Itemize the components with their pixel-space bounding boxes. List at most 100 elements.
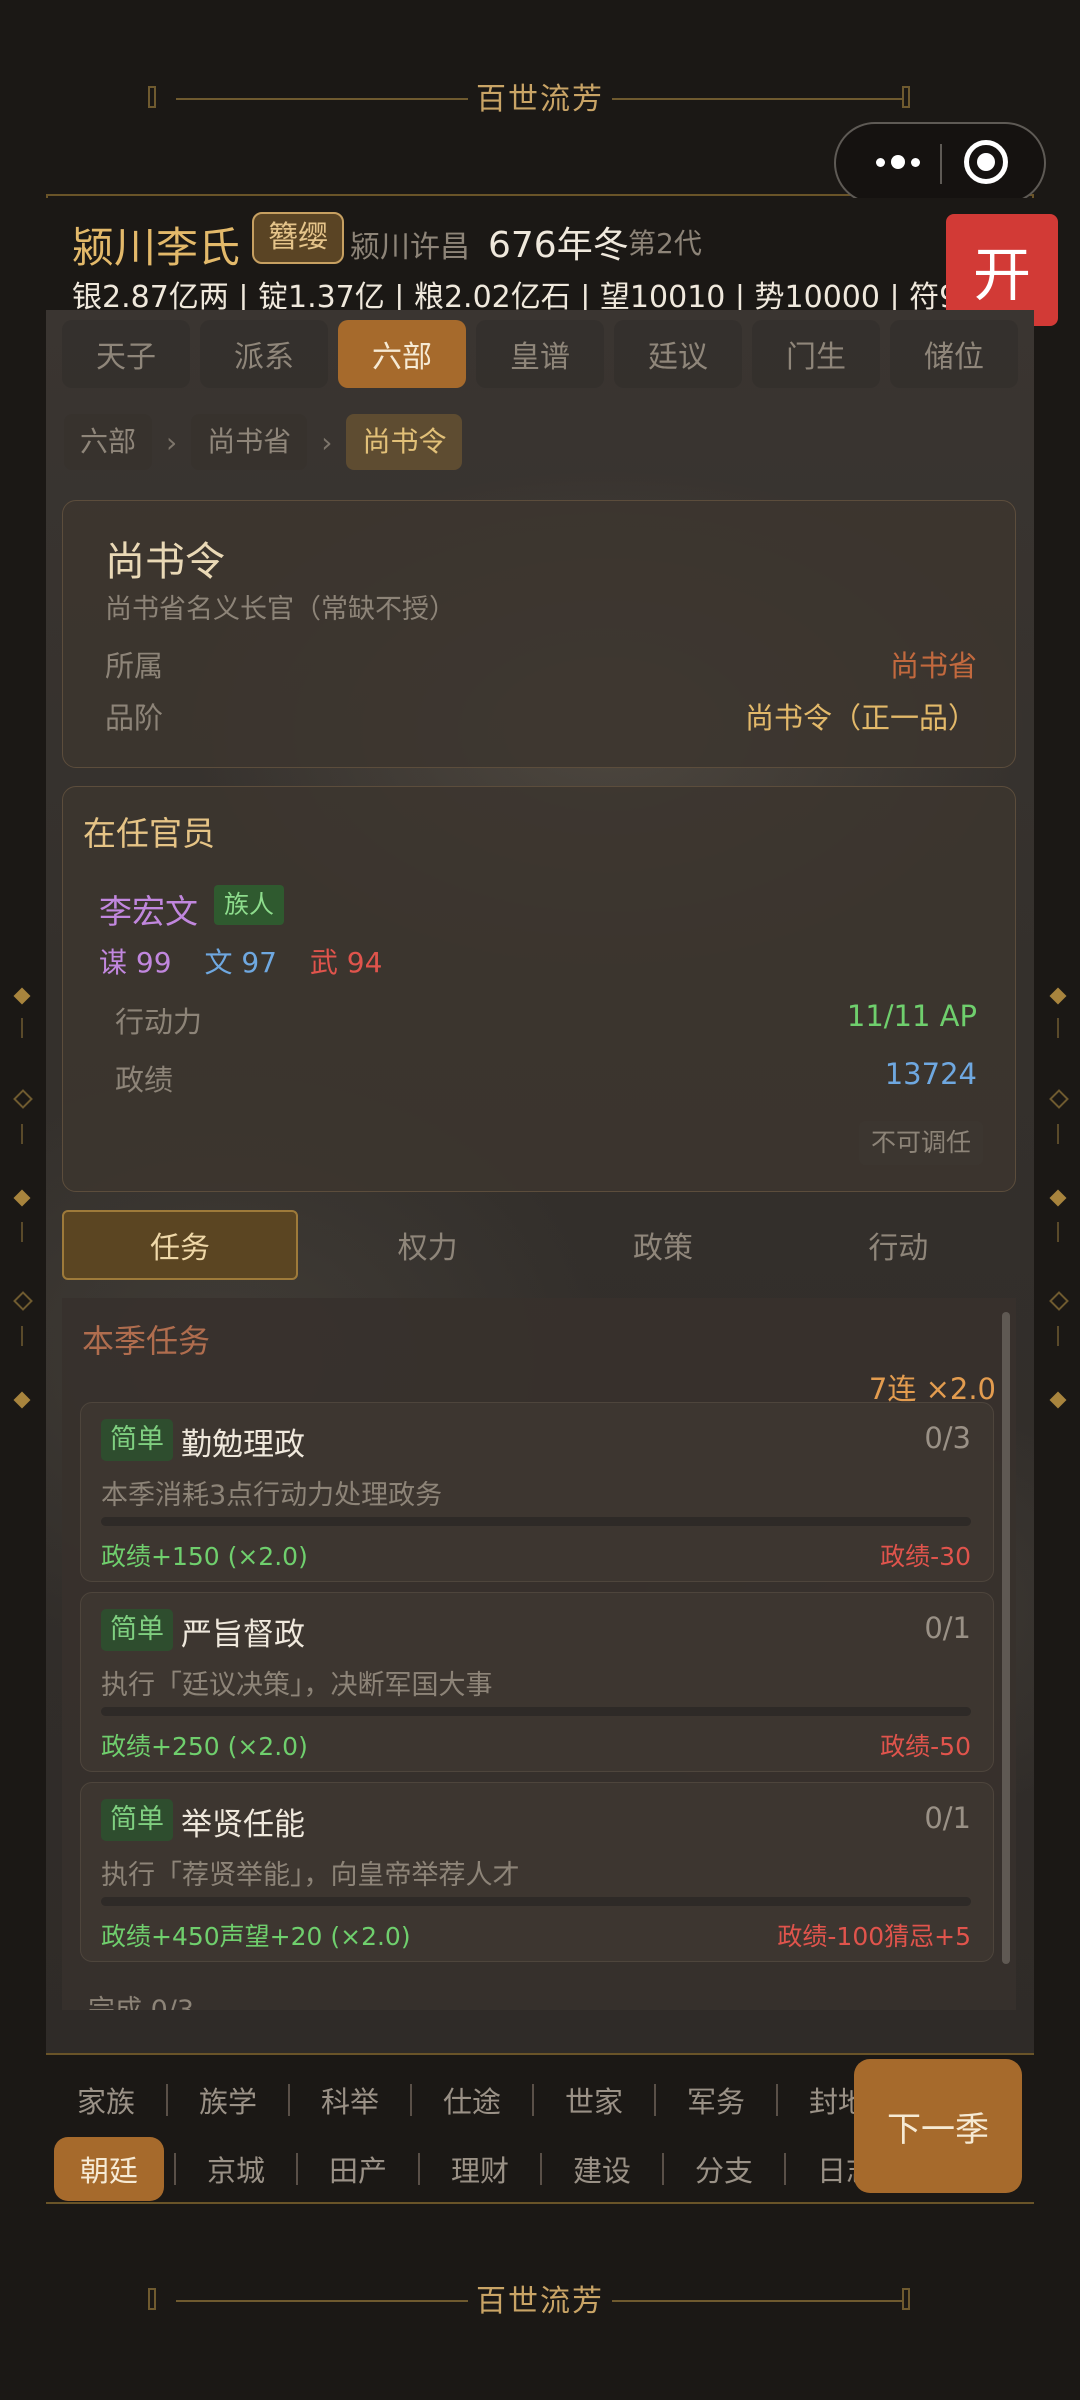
- task-name: 勤勉理政: [181, 1427, 305, 1463]
- nav-court[interactable]: 朝廷: [54, 2137, 164, 2201]
- official-card: 在任官员 李宏文 族人 谋 99 文 97 武 94 行动力 11/11 AP …: [62, 786, 1016, 1192]
- task-item[interactable]: 简单 举贤任能 0/1 执行「荐贤举能」，向皇帝举荐人才 政绩+450声望+20…: [80, 1782, 994, 1962]
- generation: 第2代: [628, 227, 702, 260]
- target-icon[interactable]: [964, 140, 1008, 184]
- nav-noble-families[interactable]: 世家: [544, 2069, 644, 2131]
- nav-military[interactable]: 军务: [666, 2069, 766, 2131]
- tab-huangpu[interactable]: 皇谱: [476, 320, 604, 388]
- task-panel: 本季任务 7连 ×2.0 简单 勤勉理政 0/3 本季消耗3点行动力处理政务 政…: [62, 1298, 1016, 2010]
- task-penalty: 政绩-50: [880, 1732, 971, 1761]
- nav-career[interactable]: 仕途: [422, 2069, 522, 2131]
- subtab-action[interactable]: 行动: [781, 1210, 1016, 1280]
- official-stats: 谋 99 文 97 武 94: [99, 941, 406, 981]
- task-difficulty-tag: 简单: [101, 1419, 173, 1461]
- task-progress: 0/1: [924, 1801, 971, 1835]
- main-tabs: 天子 派系 六部 皇谱 廷议 门生 储位: [62, 320, 1022, 388]
- task-item[interactable]: 简单 严旨督政 0/1 执行「廷议决策」，决断军国大事 政绩+250 (×2.0…: [80, 1592, 994, 1772]
- capsule-divider: [940, 144, 942, 184]
- task-scrollbar[interactable]: [1002, 1312, 1010, 1964]
- dept-label: 所属: [105, 649, 164, 683]
- task-progress: 0/3: [924, 1421, 971, 1455]
- task-progress: 0/1: [924, 1611, 971, 1645]
- chevron-right-icon: ›: [321, 425, 333, 459]
- merit-label: 政绩: [115, 1063, 174, 1097]
- rank-value: 尚书令（正一品）: [744, 701, 977, 735]
- nav-row-1: 家族 族学 科举 仕途 世家 军务 封地: [56, 2069, 888, 2131]
- banner-cap-right: [902, 2288, 910, 2310]
- sub-tabs: 任务 权力 政策 行动: [62, 1210, 1016, 1280]
- stat-letters: 文 97: [204, 946, 277, 979]
- breadcrumb-liubu[interactable]: 六部: [64, 414, 153, 470]
- tab-liubu[interactable]: 六部: [338, 320, 466, 388]
- clan-header: 颍川李氏 簪缨 颍川许昌 676年冬 第2代 银2.87亿两 | 锭1.37亿 …: [46, 198, 1034, 315]
- nav-family[interactable]: 家族: [56, 2069, 156, 2131]
- task-difficulty-tag: 简单: [101, 1799, 173, 1841]
- tab-tianzi[interactable]: 天子: [62, 320, 190, 388]
- nav-separator: [288, 2084, 290, 2116]
- task-reward: 政绩+250 (×2.0): [101, 1732, 308, 1761]
- official-tag: 族人: [214, 885, 285, 925]
- position-description: 尚书省名义长官（常缺不授）: [105, 594, 456, 625]
- task-progress-bar: [101, 1897, 971, 1906]
- nav-separator: [174, 2153, 176, 2185]
- next-season-button[interactable]: 下一季: [854, 2059, 1022, 2193]
- merit-value: 13724: [884, 1057, 977, 1091]
- task-progress-bar: [101, 1707, 971, 1716]
- bottom-banner: 百世流芳: [46, 2204, 1034, 2400]
- task-item[interactable]: 简单 勤勉理政 0/3 本季消耗3点行动力处理政务 政绩+150 (×2.0) …: [80, 1402, 994, 1582]
- nav-separator: [662, 2153, 664, 2185]
- banner-cap-right: [902, 86, 910, 108]
- subtab-power[interactable]: 权力: [310, 1210, 545, 1280]
- tab-tingyi[interactable]: 廷议: [614, 320, 742, 388]
- nav-separator: [540, 2153, 542, 2185]
- breadcrumb: 六部 › 尚书省 › 尚书令: [64, 414, 463, 470]
- tab-chuwei[interactable]: 储位: [890, 320, 1018, 388]
- clan-name: 颍川李氏: [72, 223, 241, 272]
- task-penalty: 政绩-30: [880, 1542, 971, 1571]
- official-name[interactable]: 李宏文: [99, 885, 198, 933]
- position-title: 尚书令: [105, 539, 225, 585]
- ap-value: 11/11 AP: [846, 999, 977, 1033]
- miniapp-capsule: [834, 122, 1046, 204]
- nav-separator: [784, 2153, 786, 2185]
- subtab-policy[interactable]: 政策: [545, 1210, 780, 1280]
- nav-row-2: 朝廷 京城 田产 理财 建设 分支 日志: [54, 2137, 896, 2201]
- nav-separator: [418, 2153, 420, 2185]
- bottom-nav: 家族 族学 科举 仕途 世家 军务 封地 朝廷 京城 田产 理财 建设 分支 日…: [46, 2055, 1034, 2202]
- task-reward: 政绩+450声望+20 (×2.0): [101, 1922, 411, 1951]
- nav-construction[interactable]: 建设: [552, 2138, 652, 2200]
- task-reward: 政绩+150 (×2.0): [101, 1542, 308, 1571]
- nav-branches[interactable]: 分支: [674, 2138, 774, 2200]
- current-year: 676年冬: [488, 225, 629, 266]
- nav-finance[interactable]: 理财: [430, 2138, 530, 2200]
- nav-capital[interactable]: 京城: [186, 2138, 286, 2200]
- stat-strategy: 谋 99: [99, 946, 172, 979]
- tab-paixi[interactable]: 派系: [200, 320, 328, 388]
- task-description: 执行「荐贤举能」，向皇帝举荐人才: [101, 1860, 520, 1891]
- transfer-status: 不可调任: [858, 1121, 983, 1165]
- tasks-completion: 完成 0/3: [88, 1988, 194, 2010]
- banner-rule-right: [612, 2300, 904, 2302]
- nav-clan-school[interactable]: 族学: [178, 2069, 278, 2131]
- subtab-tasks[interactable]: 任务: [62, 1210, 298, 1280]
- breadcrumb-shangshusheng[interactable]: 尚书省: [191, 414, 308, 470]
- nav-estates[interactable]: 田产: [308, 2138, 408, 2200]
- more-dots-icon[interactable]: [862, 142, 934, 182]
- nav-separator: [410, 2084, 412, 2116]
- breadcrumb-shangshuling[interactable]: 尚书令: [346, 414, 463, 470]
- task-difficulty-tag: 简单: [101, 1609, 173, 1651]
- task-penalty: 政绩-100猜忌+5: [777, 1922, 971, 1951]
- chevron-right-icon: ›: [166, 425, 178, 459]
- nav-exam[interactable]: 科举: [300, 2069, 400, 2131]
- ap-label: 行动力: [115, 1005, 203, 1039]
- stat-martial: 武 94: [309, 946, 383, 979]
- task-description: 本季消耗3点行动力处理政务: [101, 1480, 443, 1511]
- banner-rule-right: [612, 98, 904, 100]
- tab-mensheng[interactable]: 门生: [752, 320, 880, 388]
- clan-location: 颍川许昌: [350, 230, 470, 265]
- nav-separator: [532, 2084, 534, 2116]
- nav-separator: [776, 2084, 778, 2116]
- tasks-title: 本季任务: [82, 1322, 211, 1360]
- banner-title: 百世流芳: [476, 2284, 604, 2319]
- nav-separator: [166, 2084, 168, 2116]
